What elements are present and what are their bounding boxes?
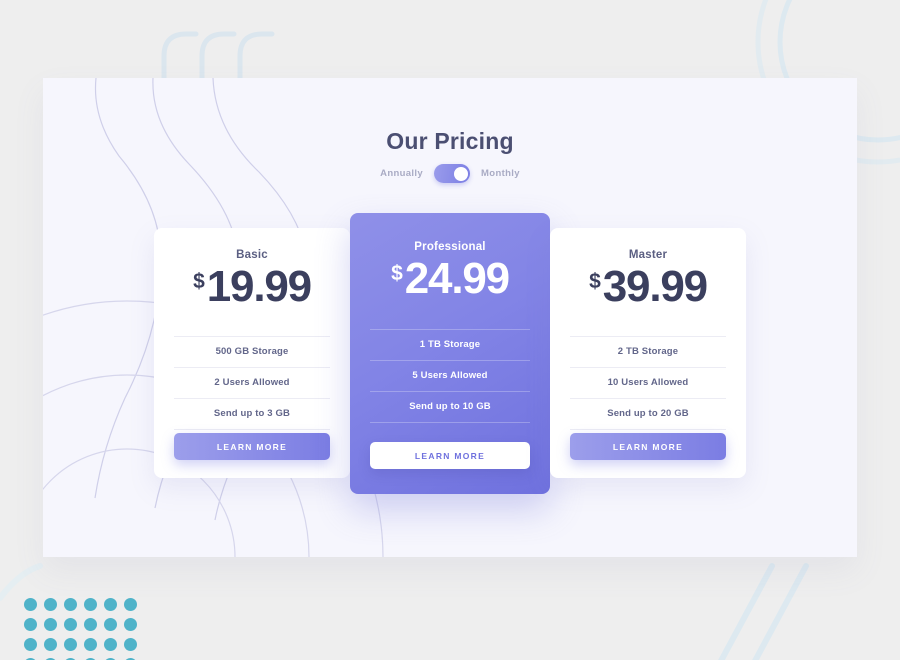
currency-symbol: $ xyxy=(193,270,205,293)
dot-grid-dot xyxy=(44,598,57,611)
billing-label-annually[interactable]: Annually xyxy=(380,168,423,179)
dot-grid-dot xyxy=(124,598,137,611)
plan-name: Basic xyxy=(236,249,268,261)
plan-feature: Send up to 20 GB xyxy=(570,398,726,430)
dot-grid-dot xyxy=(64,618,77,631)
plan-name: Master xyxy=(628,249,668,261)
dot-grid-dot xyxy=(84,618,97,631)
dot-grid-dot xyxy=(104,598,117,611)
learn-more-button[interactable]: LEARN MORE xyxy=(370,442,530,469)
switch-knob xyxy=(453,166,468,181)
plan-feature-list: 500 GB Storage 2 Users Allowed Send up t… xyxy=(174,336,330,430)
dot-grid-dot xyxy=(84,598,97,611)
page-title: Our Pricing xyxy=(386,128,514,155)
plan-feature: 500 GB Storage xyxy=(174,336,330,367)
currency-symbol: $ xyxy=(589,270,601,293)
plan-feature: 5 Users Allowed xyxy=(370,360,530,391)
billing-label-monthly[interactable]: Monthly xyxy=(481,168,520,179)
pricing-card-basic[interactable]: Basic $ 19.99 500 GB Storage 2 Users All… xyxy=(154,228,350,478)
dot-grid-dot xyxy=(104,638,117,651)
dot-grid-dot xyxy=(64,598,77,611)
dot-grid-dot xyxy=(44,618,57,631)
price-amount: 39.99 xyxy=(602,262,708,311)
dot-grid-dot xyxy=(104,618,117,631)
plan-price: $ 19.99 xyxy=(154,265,350,309)
currency-symbol: $ xyxy=(391,262,403,285)
bottom-left-arc xyxy=(0,563,43,601)
billing-period-switch[interactable] xyxy=(434,164,471,183)
plan-feature: Send up to 10 GB xyxy=(370,391,530,423)
pricing-card-professional[interactable]: Professional $ 24.99 1 TB Storage 5 User… xyxy=(350,213,550,494)
plan-name: Professional xyxy=(414,241,486,253)
price-amount: 24.99 xyxy=(404,254,510,303)
dot-grid-dot xyxy=(44,638,57,651)
plan-feature: 10 Users Allowed xyxy=(570,367,726,398)
dot-grid-dot xyxy=(124,638,137,651)
plan-feature: Send up to 3 GB xyxy=(174,398,330,430)
plan-feature: 2 Users Allowed xyxy=(174,367,330,398)
plan-price: $ 39.99 xyxy=(550,265,746,309)
dot-grid-dot xyxy=(124,618,137,631)
dot-grid-dot xyxy=(24,618,37,631)
dot-grid-dot xyxy=(24,598,37,611)
plan-feature-list: 2 TB Storage 10 Users Allowed Send up to… xyxy=(570,336,726,430)
plan-feature: 2 TB Storage xyxy=(570,336,726,367)
pricing-page: Our Pricing Annually Monthly Basic $ 19.… xyxy=(0,0,900,660)
dot-grid-decoration xyxy=(24,598,144,660)
dot-grid-dot xyxy=(24,638,37,651)
billing-period-toggle-row: Annually Monthly xyxy=(43,164,857,183)
learn-more-button[interactable]: LEARN MORE xyxy=(174,433,330,460)
dot-grid-dot xyxy=(84,638,97,651)
dot-grid-dot xyxy=(64,638,77,651)
bottom-right-streaks xyxy=(718,563,809,660)
plan-price: $ 24.99 xyxy=(350,257,550,301)
pricing-panel: Our Pricing Annually Monthly Basic $ 19.… xyxy=(43,78,857,557)
price-amount: 19.99 xyxy=(206,262,312,311)
learn-more-button[interactable]: LEARN MORE xyxy=(570,433,726,460)
pricing-card-master[interactable]: Master $ 39.99 2 TB Storage 10 Users All… xyxy=(550,228,746,478)
pricing-card-list: Basic $ 19.99 500 GB Storage 2 Users All… xyxy=(43,213,857,508)
plan-feature: 1 TB Storage xyxy=(370,329,530,360)
plan-feature-list: 1 TB Storage 5 Users Allowed Send up to … xyxy=(370,329,530,423)
